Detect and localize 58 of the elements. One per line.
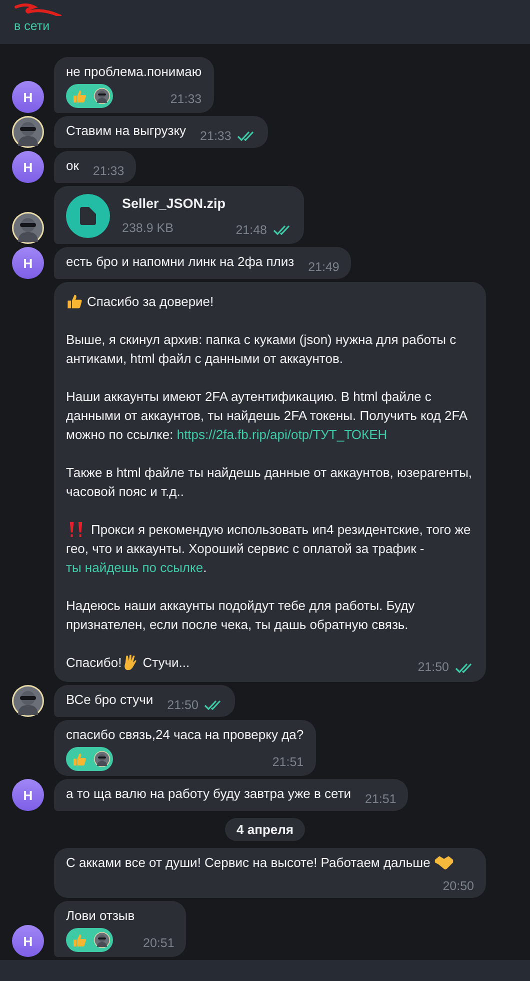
message-link[interactable]: https://2fa.fb.rip/api/otp/ТУТ_ТОКЕН bbox=[176, 427, 388, 442]
message-text: ок bbox=[66, 158, 79, 173]
message-time: 21:50 bbox=[167, 697, 198, 714]
message-time: 21:49 bbox=[308, 259, 340, 276]
message-text: Лови отзыв bbox=[66, 907, 136, 925]
avatar bbox=[12, 212, 44, 244]
reaction-chip[interactable] bbox=[66, 928, 113, 952]
avatar[interactable]: Н bbox=[12, 925, 44, 957]
message-time: 20:51 bbox=[143, 935, 174, 952]
message-link[interactable]: ты найдешь по ссылке bbox=[66, 560, 204, 575]
message-paragraph: Выше, я скинул архив: папка с куками (json) нужна для работы с антиками, html файл с данными от аккаунтов. bbox=[66, 331, 458, 368]
message-paragraph: Также в html файле ты найдешь данные от аккаунтов, юзерагенты, часовой пояс и т.д.. bbox=[66, 464, 474, 501]
thumbs-up-icon bbox=[72, 88, 87, 104]
message-text: есть бро и напомни линк на 2фа плиз bbox=[66, 254, 294, 269]
avatar bbox=[12, 685, 44, 717]
avatar bbox=[94, 88, 110, 104]
redaction-scribble bbox=[14, 2, 62, 16]
file-name: Seller_JSON.zip bbox=[122, 195, 226, 213]
message-paragraph: Наши аккаунты имеют 2FA аутентификацию. В html файле с данными от аккаунтов, ты найдешь 2FA токены. Получить код 2FA можно по ссылке: https://2fa.fb.rip/api/otp/ТУТ_ТОКЕН bbox=[66, 388, 468, 444]
file-size: 238.9 KB bbox=[122, 220, 174, 237]
message-text: спасибо связь,24 часа на проверку да? bbox=[66, 726, 304, 744]
avatar[interactable]: Н bbox=[12, 151, 44, 183]
thumbs-up-icon bbox=[72, 752, 87, 766]
avatar bbox=[94, 751, 110, 767]
message-text: Ставим на выгрузку bbox=[66, 123, 186, 138]
message-text: ВСе бро стучи bbox=[66, 692, 154, 707]
message-text: не проблема.понимаю bbox=[66, 63, 202, 81]
reaction-chip[interactable] bbox=[66, 84, 113, 108]
message-time: 20:50 bbox=[442, 878, 474, 895]
avatar[interactable]: Н bbox=[12, 779, 44, 811]
date-label: 4 апреля bbox=[224, 818, 306, 841]
avatar[interactable]: Н bbox=[12, 81, 44, 113]
online-status: в сети bbox=[14, 19, 50, 33]
message-text: а то ща валю на работу буду завтра уже в сети bbox=[66, 786, 352, 801]
message-text: С акками все от души! Сервис на высоте! Работаем дальше bbox=[66, 855, 430, 870]
message-time: 21:33 bbox=[92, 163, 124, 180]
message-time: 21:51 bbox=[365, 791, 396, 808]
message-time: 21:33 bbox=[200, 128, 232, 145]
file-button[interactable] bbox=[66, 194, 110, 238]
message-time: 21:51 bbox=[272, 754, 304, 771]
reaction-chip[interactable] bbox=[66, 747, 113, 771]
document-icon bbox=[80, 207, 96, 225]
handshake-icon bbox=[434, 854, 454, 871]
double-check-icon bbox=[455, 662, 474, 672]
double-check-icon bbox=[204, 700, 224, 710]
double-check-icon bbox=[237, 131, 256, 141]
hand-icon bbox=[122, 654, 139, 671]
double-check-icon bbox=[273, 225, 292, 235]
avatar bbox=[12, 116, 44, 148]
message-time: 21:33 bbox=[170, 91, 202, 108]
message-time: 21:48 bbox=[236, 222, 267, 239]
message-paragraph: Прокси я рекомендую использовать ип4 резидентские, того же гео, что и аккаунты. Хороший сервис с оплатой за трафик - ты найдешь по ссылке. bbox=[66, 520, 472, 577]
avatar bbox=[94, 932, 110, 948]
thumbs-up-icon bbox=[72, 932, 87, 948]
message-paragraph: Спасибо за доверие! bbox=[66, 292, 474, 311]
avatar[interactable]: Н bbox=[12, 247, 44, 279]
thumbs-up-icon bbox=[66, 293, 83, 310]
message-paragraph: Надеюсь наши аккаунты подойдут тебе для работы. Буду признателен, если после чека, ты дашь обратную связь. bbox=[66, 597, 416, 634]
